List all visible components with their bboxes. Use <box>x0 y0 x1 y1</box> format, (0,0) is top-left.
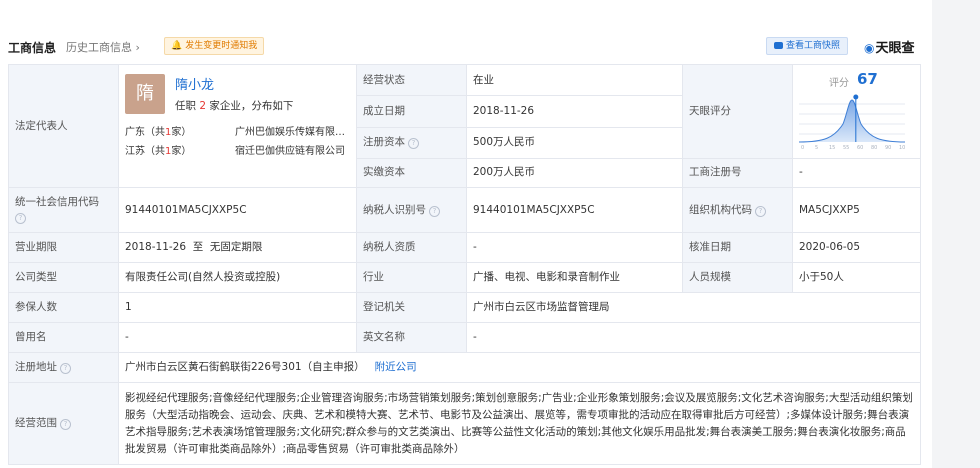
paid-capital-label: 实缴资本 <box>356 157 467 189</box>
tianyan-score-label: 天眼评分 <box>682 64 793 159</box>
reg-no-value: - <box>792 157 921 189</box>
paid-capital-value: 200万人民币 <box>466 157 683 189</box>
type-value: 有限责任公司(自然人投资或控股) <box>118 262 357 293</box>
legal-rep-cell: 隋 隋小龙 任职 2 家企业，分布如下 广东（共1家） 广州巴伽娱乐传媒有限公司 … <box>118 64 357 188</box>
reg-capital-label: 注册资本? <box>356 126 467 159</box>
taxpayer-qual-value: - <box>466 232 683 263</box>
score-bell-curve: 0 5 15 55 60 80 90 100 <box>799 94 905 150</box>
org-code-value: MA5CJXXP5 <box>792 187 921 233</box>
right-side-panel <box>932 0 980 468</box>
tianyancha-logo: ◉天眼查 <box>864 41 915 56</box>
score-axis-tick: 90 <box>885 145 891 150</box>
tianyan-score-cell[interactable]: 评分 67 0 5 15 55 60 80 90 100 <box>792 64 921 159</box>
business-info-table: 法定代表人 隋 隋小龙 任职 2 家企业，分布如下 广东（共1家） 广州巴伽娱乐传… <box>8 63 921 465</box>
eye-icon: ◉ <box>864 41 875 55</box>
chevron-right-icon: › <box>135 41 140 54</box>
section-title: 工商信息 <box>8 41 57 55</box>
legal-rep-name[interactable]: 隋小龙 <box>175 78 214 93</box>
insured-label: 参保人数 <box>8 292 119 323</box>
taxpayer-qual-label: 纳税人资质 <box>356 232 467 263</box>
credit-code-label: 统一社会信用代码? <box>8 187 119 233</box>
credit-code-value: 91440101MA5CJXXP5C <box>118 187 357 233</box>
established-value: 2018-11-26 <box>466 95 683 128</box>
help-icon[interactable]: ? <box>429 205 440 217</box>
industry-label: 行业 <box>356 262 467 293</box>
notify-button[interactable]: 🔔 发生变更时通知我 <box>164 37 265 55</box>
bell-icon: 🔔 <box>171 41 183 51</box>
industry-value: 广播、电视、电影和录音制作业 <box>466 262 683 293</box>
region-row-guangdong: 广东（共1家） 广州巴伽娱乐传媒有限公司 <box>125 127 353 138</box>
score-axis-tick: 15 <box>829 145 835 150</box>
score-axis-tick: 80 <box>871 145 877 150</box>
approval-value: 2020-06-05 <box>792 232 921 263</box>
staff-label: 人员规模 <box>682 262 793 293</box>
avatar: 隋 <box>125 74 165 114</box>
score-axis-tick: 0 <box>801 145 804 150</box>
reg-capital-value: 500万人民币 <box>466 126 683 159</box>
help-icon[interactable]: ? <box>408 138 419 150</box>
insured-value: 1 <box>118 292 357 323</box>
camera-icon <box>773 42 783 49</box>
score-axis-tick: 55 <box>843 145 849 150</box>
reg-no-label: 工商注册号 <box>682 157 793 189</box>
former-name-value: - <box>118 322 357 353</box>
score-axis-tick: 5 <box>815 145 818 150</box>
authority-label: 登记机关 <box>356 292 467 323</box>
taxpayer-id-label: 纳税人识别号? <box>356 187 467 233</box>
org-code-label: 组织机构代码? <box>682 187 793 233</box>
scope-value: 影视经纪代理服务;音像经纪代理服务;企业管理咨询服务;市场营销策划服务;策划创意… <box>118 382 921 465</box>
term-label: 营业期限 <box>8 232 119 263</box>
score-value: 67 <box>857 70 878 89</box>
address-label: 注册地址? <box>8 352 119 383</box>
help-icon[interactable]: ? <box>755 205 766 217</box>
score-axis: 0 5 15 55 60 80 90 100 <box>801 145 905 150</box>
staff-value: 小于50人 <box>792 262 921 293</box>
english-name-label: 英文名称 <box>356 322 467 353</box>
help-icon[interactable]: ? <box>60 419 71 430</box>
status-label: 经营状态 <box>356 63 467 97</box>
region-row-jiangsu: 江苏（共1家） 宿迁巴伽供应链有限公司 <box>125 144 345 159</box>
scope-label: 经营范围? <box>8 382 119 465</box>
company-link[interactable]: 广州巴伽娱乐传媒有限公司 <box>235 125 353 140</box>
authority-value: 广州市白云区市场监督管理局 <box>466 292 921 323</box>
history-link[interactable]: 历史工商信息 › <box>66 39 140 55</box>
score-label: 评分 <box>829 78 849 90</box>
approval-label: 核准日期 <box>682 232 793 263</box>
established-label: 成立日期 <box>356 95 467 128</box>
term-value: 2018-11-26 至 无固定期限 <box>118 232 357 263</box>
company-link[interactable]: 宿迁巴伽供应链有限公司 <box>235 144 353 159</box>
score-axis-tick: 100 <box>899 145 905 150</box>
taxpayer-id-value: 91440101MA5CJXXP5C <box>466 187 683 233</box>
former-name-label: 曾用名 <box>8 322 119 353</box>
section-header: 工商信息 历史工商信息 › 🔔 发生变更时通知我 查看工商快照 ◉天眼查 <box>8 36 920 56</box>
score-marker-dot <box>853 94 859 100</box>
help-icon[interactable]: ? <box>60 363 71 374</box>
help-icon[interactable]: ? <box>15 213 26 224</box>
type-label: 公司类型 <box>8 262 119 293</box>
status-value: 在业 <box>466 63 683 97</box>
score-axis-tick: 60 <box>857 145 863 150</box>
english-name-value: - <box>466 322 921 353</box>
view-snapshot-button[interactable]: 查看工商快照 <box>766 37 848 55</box>
nearby-companies-link[interactable]: 附近公司 <box>375 361 417 373</box>
legal-rep-desc: 任职 2 家企业，分布如下 <box>175 100 294 112</box>
address-value: 广州市白云区黄石街鹤联街226号301（自主申报） 附近公司 <box>118 352 921 383</box>
bell-area <box>799 100 905 143</box>
legal-rep-label: 法定代表人 <box>8 64 119 188</box>
